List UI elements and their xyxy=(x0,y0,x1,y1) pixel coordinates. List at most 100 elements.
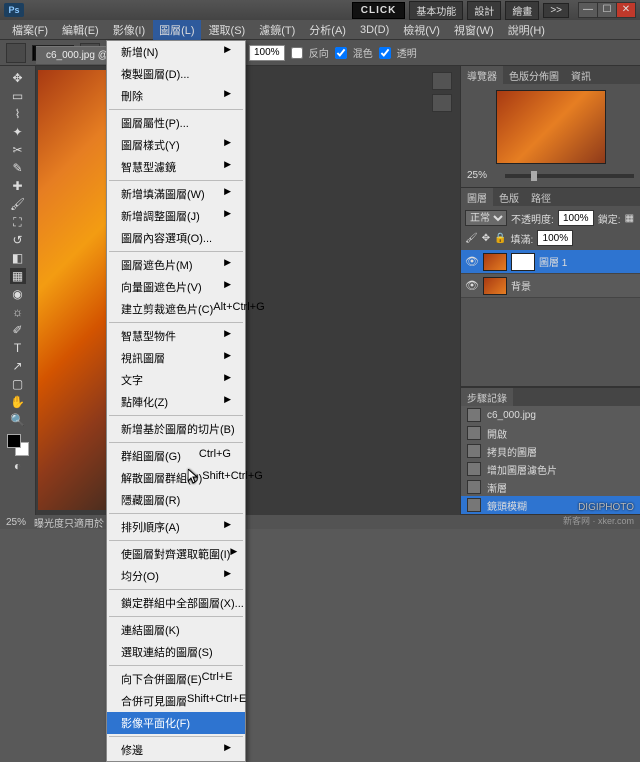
menu-item-video[interactable]: 視訊圖層▶ xyxy=(107,347,245,369)
brush-tool-icon[interactable]: 🖌 xyxy=(10,196,26,212)
layer-row[interactable]: 👁 背景 xyxy=(461,274,640,298)
hand-tool-icon[interactable]: ✋ xyxy=(10,394,26,410)
eraser-tool-icon[interactable]: ◧ xyxy=(10,250,26,266)
tab-navigator[interactable]: 導覽器 xyxy=(461,66,503,84)
menu-window[interactable]: 視窗(W) xyxy=(448,20,500,40)
menu-item-arrange[interactable]: 排列順序(A)▶ xyxy=(107,516,245,538)
menu-item-align[interactable]: 使圖層對齊選取範圍(I)▶ xyxy=(107,543,245,565)
shape-tool-icon[interactable]: ▢ xyxy=(10,376,26,392)
menu-file[interactable]: 檔案(F) xyxy=(6,20,54,40)
marquee-tool-icon[interactable]: ▭ xyxy=(10,88,26,104)
layer-fill-input[interactable] xyxy=(537,230,573,246)
menu-select[interactable]: 選取(S) xyxy=(203,20,252,40)
menu-item-matting[interactable]: 修邊▶ xyxy=(107,739,245,761)
move-tool-icon[interactable]: ✥ xyxy=(10,70,26,86)
navigator-thumbnail[interactable] xyxy=(496,90,606,164)
menu-item-layer-props[interactable]: 圖層屬性(P)... xyxy=(107,112,245,134)
menu-item-lock-all[interactable]: 鎖定群組中全部圖層(X)... xyxy=(107,592,245,614)
menu-item-ungroup[interactable]: 解散圖層群組(U)Shift+Ctrl+G xyxy=(107,467,245,489)
cb-reverse[interactable] xyxy=(291,47,303,59)
type-tool-icon[interactable]: T xyxy=(10,340,26,356)
history-snapshot[interactable]: c6_000.jpg xyxy=(461,406,640,424)
menu-analysis[interactable]: 分析(A) xyxy=(303,20,352,40)
history-step[interactable]: 增加圖層濾色片 xyxy=(461,460,640,478)
menu-item-select-linked[interactable]: 選取連結的圖層(S) xyxy=(107,641,245,663)
tool-preset-icon[interactable] xyxy=(6,43,26,63)
menu-item-vector-mask[interactable]: 向量圖遮色片(V)▶ xyxy=(107,276,245,298)
heal-tool-icon[interactable]: ✚ xyxy=(10,178,26,194)
visibility-icon[interactable]: 👁 xyxy=(465,279,479,292)
menu-item-flatten[interactable]: 影像平面化(F) xyxy=(107,712,245,734)
menu-item-new-fill[interactable]: 新增填滿圖層(W)▶ xyxy=(107,183,245,205)
menu-item-layer-style[interactable]: 圖層樣式(Y)▶ xyxy=(107,134,245,156)
menu-layer[interactable]: 圖層(L) xyxy=(153,20,200,40)
menu-filter[interactable]: 濾鏡(T) xyxy=(253,20,301,40)
crop-tool-icon[interactable]: ✂ xyxy=(10,142,26,158)
menu-3d[interactable]: 3D(D) xyxy=(354,22,395,38)
menu-item-group[interactable]: 群組圖層(G)Ctrl+G xyxy=(107,445,245,467)
menu-view[interactable]: 檢視(V) xyxy=(397,20,446,40)
dodge-tool-icon[interactable]: ☼ xyxy=(10,304,26,320)
blur-tool-icon[interactable]: ◉ xyxy=(10,286,26,302)
gradient-tool-icon[interactable]: ▦ xyxy=(10,268,26,284)
menu-item-smart-object[interactable]: 智慧型物件▶ xyxy=(107,325,245,347)
menu-item-clip-mask[interactable]: 建立剪裁遮色片(C)Alt+Ctrl+G xyxy=(107,298,245,320)
workspace-design[interactable]: 設計 xyxy=(467,1,501,20)
maximize-button[interactable]: ☐ xyxy=(597,2,617,18)
lock-position-icon[interactable]: ✥ xyxy=(482,233,490,244)
cb-dither[interactable] xyxy=(335,47,347,59)
lock-transparent-icon[interactable]: ▦ xyxy=(625,213,634,224)
lasso-tool-icon[interactable]: ⌇ xyxy=(10,106,26,122)
zoom-tool-icon[interactable]: 🔍 xyxy=(10,412,26,428)
workspace-basic[interactable]: 基本功能 xyxy=(409,1,463,20)
tab-histogram[interactable]: 色版分佈圖 xyxy=(503,66,565,84)
lock-pixels-icon[interactable]: 🖌 xyxy=(465,233,478,244)
layer-opacity-input[interactable] xyxy=(558,210,594,226)
eyedropper-tool-icon[interactable]: ✎ xyxy=(10,160,26,176)
tab-history[interactable]: 步驟記錄 xyxy=(461,388,513,406)
layer-row[interactable]: 👁 圖層 1 xyxy=(461,250,640,274)
menu-edit[interactable]: 編輯(E) xyxy=(56,20,105,40)
menu-item-merge-visible[interactable]: 合併可見圖層Shift+Ctrl+E xyxy=(107,690,245,712)
close-button[interactable]: ✕ xyxy=(616,2,636,18)
history-brush-icon[interactable]: ↺ xyxy=(10,232,26,248)
quickmask-icon[interactable]: ◐ xyxy=(10,458,26,474)
menu-item-layer-content[interactable]: 圖層內容選項(O)... xyxy=(107,227,245,249)
menu-item-hide[interactable]: 隱藏圖層(R) xyxy=(107,489,245,511)
fg-bg-swatch[interactable] xyxy=(7,434,29,456)
minimize-button[interactable]: — xyxy=(578,2,598,18)
menu-item-new-adjust[interactable]: 新增調整圖層(J)▶ xyxy=(107,205,245,227)
menu-item-delete[interactable]: 刪除▶ xyxy=(107,85,245,107)
visibility-icon[interactable]: 👁 xyxy=(465,255,479,268)
menu-item-duplicate[interactable]: 複製圖層(D)... xyxy=(107,63,245,85)
menu-item-type[interactable]: 文字▶ xyxy=(107,369,245,391)
menu-item-new-slice[interactable]: 新增基於圖層的切片(B) xyxy=(107,418,245,440)
tab-paths[interactable]: 路徑 xyxy=(525,188,557,206)
cb-transparency[interactable] xyxy=(379,47,391,59)
workspace-more[interactable]: >> xyxy=(543,3,569,18)
tab-layers[interactable]: 圖層 xyxy=(461,188,493,206)
path-tool-icon[interactable]: ↗ xyxy=(10,358,26,374)
pen-tool-icon[interactable]: ✐ xyxy=(10,322,26,338)
menu-item-new[interactable]: 新增(N)▶ xyxy=(107,41,245,63)
menu-item-distribute[interactable]: 均分(O)▶ xyxy=(107,565,245,587)
history-step[interactable]: 開啟 xyxy=(461,424,640,442)
click-button[interactable]: CLICK xyxy=(352,2,406,19)
menu-image[interactable]: 影像(I) xyxy=(107,20,151,40)
opacity-input[interactable] xyxy=(249,45,285,61)
stamp-tool-icon[interactable]: ⛶ xyxy=(10,214,26,230)
menu-item-rasterize[interactable]: 點陣化(Z)▶ xyxy=(107,391,245,413)
history-step[interactable]: 漸層 xyxy=(461,478,640,496)
menu-item-layer-mask[interactable]: 圖層遮色片(M)▶ xyxy=(107,254,245,276)
lock-all-icon[interactable]: 🔒 xyxy=(494,233,506,244)
nav-zoom-slider[interactable] xyxy=(505,174,634,178)
menu-help[interactable]: 說明(H) xyxy=(502,20,551,40)
menu-item-smart-filter[interactable]: 智慧型濾鏡▶ xyxy=(107,156,245,178)
blend-mode-select[interactable]: 正常 xyxy=(465,210,507,226)
tab-info[interactable]: 資訊 xyxy=(565,66,597,84)
tab-channels[interactable]: 色版 xyxy=(493,188,525,206)
workspace-paint[interactable]: 繪畫 xyxy=(505,1,539,20)
wand-tool-icon[interactable]: ✦ xyxy=(10,124,26,140)
collapsed-panel-icon[interactable] xyxy=(432,72,452,90)
menu-item-link[interactable]: 連結圖層(K) xyxy=(107,619,245,641)
